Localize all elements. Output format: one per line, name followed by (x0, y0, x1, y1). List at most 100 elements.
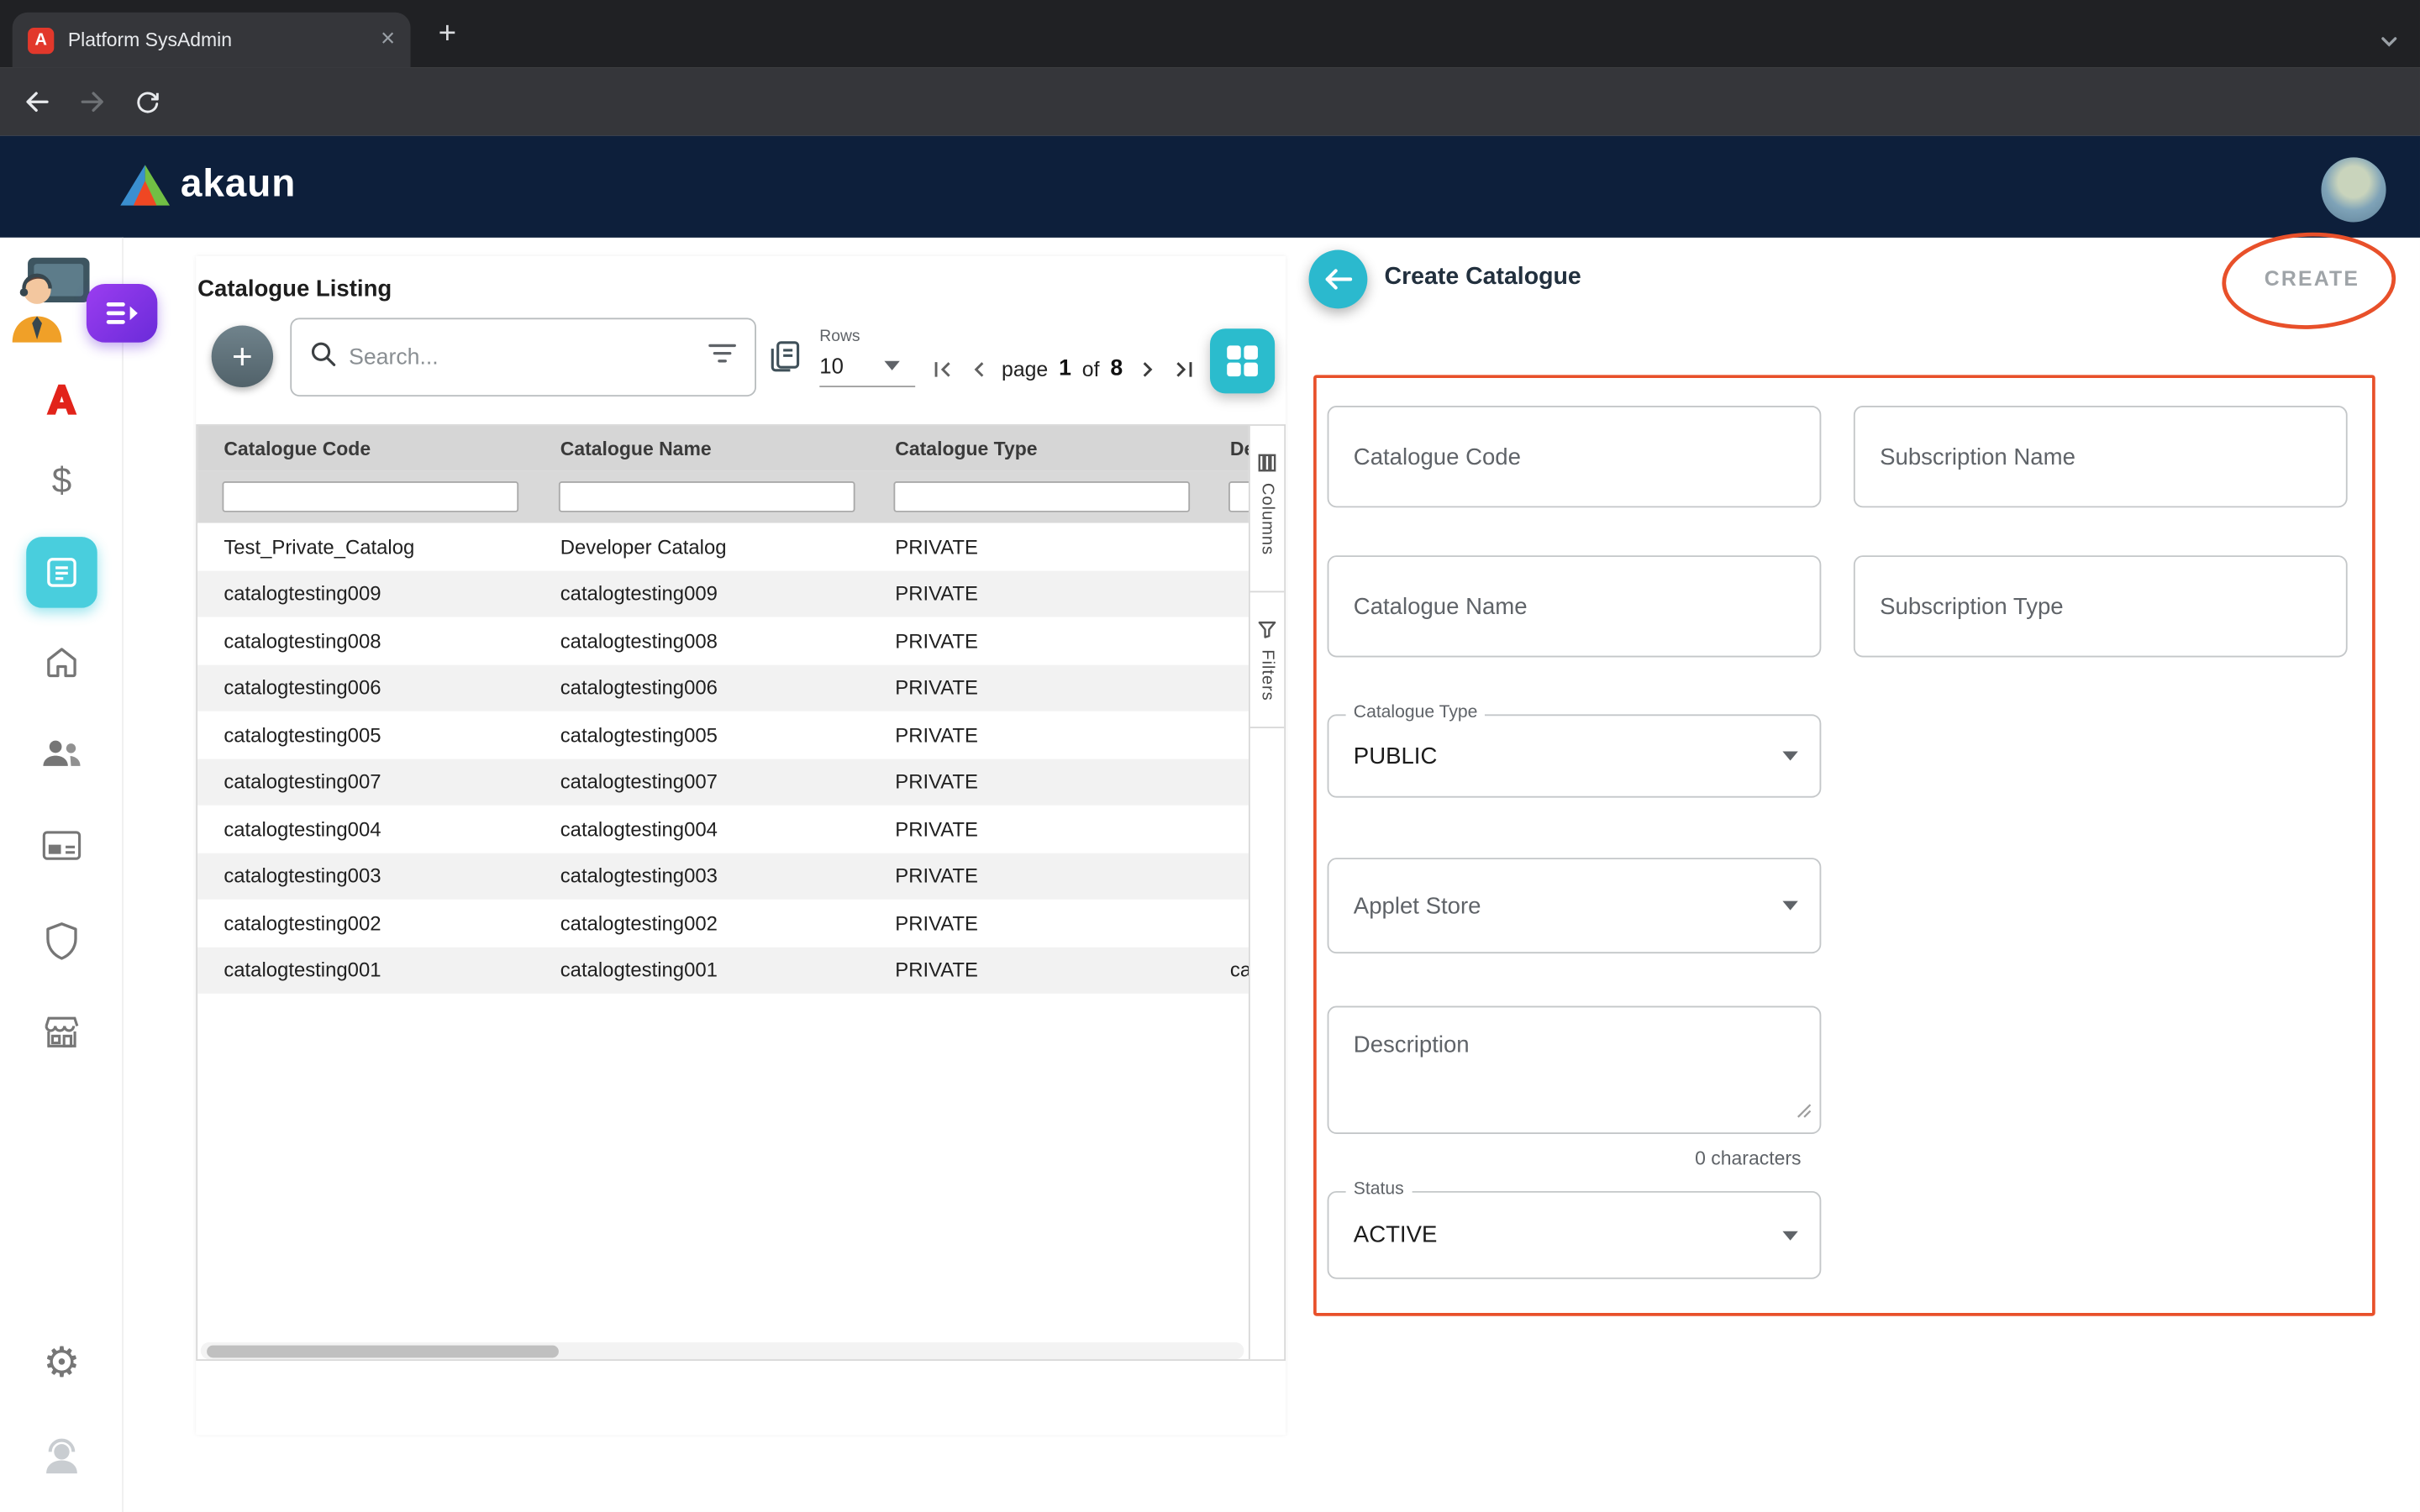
cell-code: catalogtesting001 (197, 958, 534, 982)
table-row[interactable]: catalogtesting004 catalogtesting004 PRIV… (197, 806, 1249, 853)
cell-extra: ca (1204, 958, 1249, 982)
funnel-icon (1258, 620, 1276, 638)
cell-code: catalogtesting006 (197, 676, 534, 700)
search-field[interactable] (290, 318, 756, 396)
sidebar-item-support[interactable] (0, 1435, 124, 1475)
sidebar-item-acrobat[interactable] (0, 380, 124, 420)
gear-icon: ⚙ (43, 1339, 80, 1387)
chevron-down-icon (1782, 901, 1797, 911)
back-to-listing-button[interactable] (1309, 250, 1368, 309)
table-row[interactable]: catalogtesting008 catalogtesting008 PRIV… (197, 617, 1249, 664)
scrollbar-thumb[interactable] (207, 1345, 559, 1357)
table-row[interactable]: catalogtesting006 catalogtesting006 PRIV… (197, 664, 1249, 711)
cell-code: catalogtesting008 (197, 629, 534, 653)
sidebar-item-catalogue-active[interactable] (26, 537, 97, 607)
filters-tab[interactable]: Filters (1250, 592, 1284, 728)
app-sidebar: $ (0, 238, 124, 1512)
catalogue-code-field[interactable]: Catalogue Code (1328, 406, 1822, 507)
rows-per-page[interactable]: Rows 10 (819, 327, 915, 387)
first-page-button[interactable] (924, 352, 958, 386)
browser-tab[interactable]: A Platform SysAdmin × (13, 13, 411, 68)
header-catalogue-name[interactable]: Catalogue Name (534, 438, 870, 459)
brand-wordmark: akaun (181, 160, 296, 207)
filter-catalogue-code-input[interactable] (222, 481, 518, 512)
create-button[interactable]: CREATE (2256, 267, 2367, 291)
annotation-rectangle (1313, 375, 2375, 1315)
table-row[interactable]: catalogtesting002 catalogtesting002 PRIV… (197, 900, 1249, 947)
back-button[interactable] (22, 87, 53, 118)
cell-code: catalogtesting003 (197, 864, 534, 888)
catalogue-name-field[interactable]: Catalogue Name (1328, 555, 1822, 657)
catalogue-type-select[interactable]: Catalogue Type PUBLIC (1328, 714, 1822, 797)
filter-catalogue-name-input[interactable] (559, 481, 855, 512)
status-select[interactable]: Status ACTIVE (1328, 1191, 1822, 1279)
user-avatar[interactable] (2321, 157, 2386, 222)
catalogue-type-value: PUBLIC (1354, 743, 1438, 769)
header-catalogue-code[interactable]: Catalogue Code (197, 438, 534, 459)
sidebar-item-cards[interactable] (0, 830, 124, 861)
columns-tab-label: Columns (1258, 483, 1276, 555)
tab-list-chevron-icon[interactable] (2380, 28, 2398, 55)
storefront-icon (42, 1014, 82, 1051)
columns-icon (1258, 454, 1276, 472)
tab-favicon-icon: A (28, 27, 54, 53)
sidebar-expand-button[interactable] (87, 284, 157, 343)
new-tab-button[interactable]: + (439, 18, 456, 50)
filter-catalogue-type-input[interactable] (893, 481, 1190, 512)
sidebar-item-billing[interactable]: $ (0, 459, 124, 501)
forward-button[interactable] (77, 87, 108, 118)
list-alt-icon (43, 554, 80, 591)
add-catalogue-button[interactable]: + (212, 326, 273, 387)
sidebar-item-security[interactable] (0, 921, 124, 962)
akaun-triangle-icon (120, 164, 170, 207)
sidebar-item-users[interactable] (0, 736, 124, 769)
header-description[interactable]: De (1204, 438, 1249, 459)
page-current: 1 (1059, 356, 1071, 381)
next-page-button[interactable] (1130, 352, 1164, 386)
table-row[interactable]: catalogtesting007 catalogtesting007 PRIV… (197, 759, 1249, 806)
description-textarea[interactable]: Description (1328, 1006, 1822, 1134)
pagination: page 1 of 8 (924, 352, 1202, 386)
table-row[interactable]: catalogtesting005 catalogtesting005 PRIV… (197, 711, 1249, 759)
subscription-name-field[interactable]: Subscription Name (1854, 406, 2348, 507)
rows-select[interactable]: 10 (819, 354, 915, 387)
cell-code: catalogtesting002 (197, 911, 534, 935)
copy-pages-icon[interactable] (765, 338, 802, 382)
reload-button[interactable] (131, 87, 162, 118)
sidebar-item-settings[interactable]: ⚙ (0, 1339, 124, 1387)
search-input[interactable] (349, 345, 696, 370)
page-of-word: of (1082, 357, 1100, 381)
sidebar-item-store[interactable] (0, 1014, 124, 1051)
chevron-down-icon (1782, 751, 1797, 760)
cell-name: catalogtesting003 (534, 864, 870, 888)
last-page-button[interactable] (1167, 352, 1201, 386)
cell-code: catalogtesting005 (197, 723, 534, 747)
applet-store-select[interactable]: Applet Store (1328, 858, 1822, 953)
app-header: akaun (0, 136, 2420, 238)
chevron-down-icon (884, 361, 899, 370)
sidebar-profile-illustration[interactable] (3, 256, 93, 350)
akaun-logo[interactable]: akaun (120, 160, 296, 207)
status-value: ACTIVE (1354, 1222, 1438, 1248)
table-row[interactable]: catalogtesting001 catalogtesting001 PRIV… (197, 947, 1249, 994)
table-row[interactable]: catalogtesting003 catalogtesting003 PRIV… (197, 853, 1249, 900)
cell-type: PRIVATE (869, 958, 1204, 982)
tab-close-button[interactable]: × (381, 28, 395, 52)
columns-tab[interactable]: Columns (1250, 426, 1284, 592)
subscription-type-field[interactable]: Subscription Type (1854, 555, 2348, 657)
table-row[interactable]: Test_Private_Catalog Developer Catalog P… (197, 523, 1249, 570)
table-filter-row (197, 470, 1249, 522)
create-panel-title: Create Catalogue (1385, 264, 1581, 291)
resize-handle-icon[interactable] (1797, 1099, 1812, 1125)
plus-icon: + (232, 335, 253, 377)
table-row[interactable]: catalogtesting009 catalogtesting009 PRIV… (197, 570, 1249, 617)
cell-type: PRIVATE (869, 629, 1204, 653)
applet-grid-button[interactable] (1210, 328, 1275, 393)
filter-description-input[interactable] (1228, 481, 1249, 512)
horizontal-scrollbar[interactable] (201, 1342, 1244, 1359)
header-catalogue-type[interactable]: Catalogue Type (869, 438, 1204, 459)
filter-list-icon[interactable] (708, 343, 736, 372)
sidebar-item-home[interactable] (0, 643, 124, 680)
prev-page-button[interactable] (961, 352, 995, 386)
people-icon (40, 736, 83, 769)
